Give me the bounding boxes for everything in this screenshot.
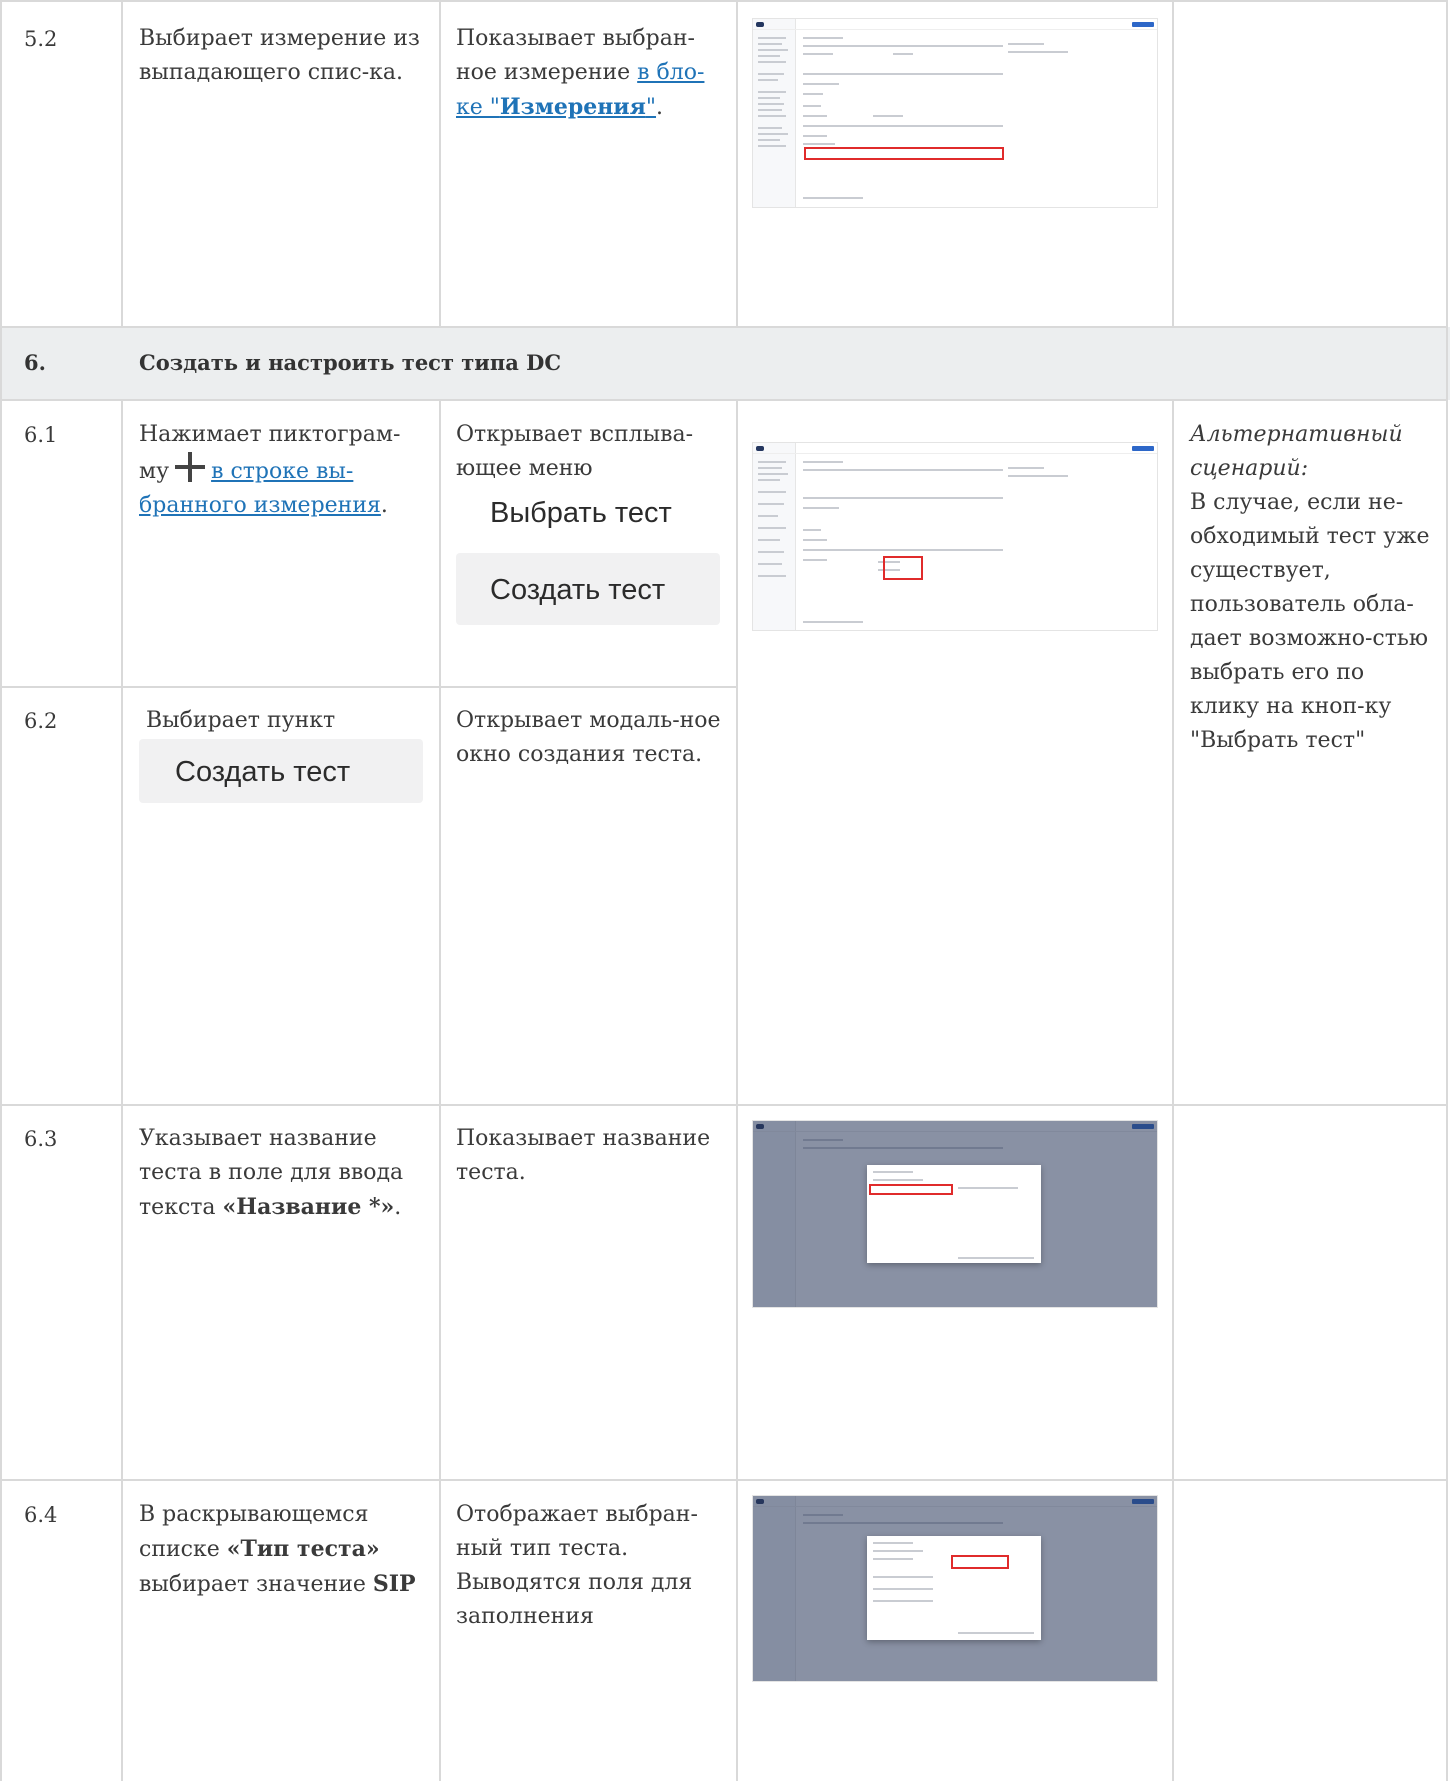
step-result: Отображает выбран-ный тип теста. Выводят…	[456, 1502, 698, 1629]
row-divider	[0, 1479, 1448, 1481]
step-number: 6.4	[24, 1503, 58, 1527]
step-result: Открывает модаль-ное окно создания теста…	[456, 708, 721, 767]
table-divider	[736, 400, 738, 1781]
screenshot-thumbnail	[752, 1495, 1158, 1682]
section-number: 6.	[24, 350, 46, 375]
step-action: Выбирает измерение из выпадающего спис-к…	[139, 26, 420, 85]
step-result: Открывает всплыва-ющее меню	[456, 422, 694, 481]
table-border-right	[1446, 0, 1448, 1781]
step-number: 6.3	[24, 1127, 58, 1151]
row-divider	[0, 0, 1448, 2]
row-divider	[0, 326, 1448, 328]
selected-value: SIP	[372, 1571, 416, 1597]
step-result: Показывает выбран-ное измерение в бло-ке…	[456, 26, 705, 120]
table-divider	[1172, 0, 1174, 327]
menu-item-create-test[interactable]: Создать тест	[490, 574, 665, 607]
step-action: Указывает название теста в поле для ввод…	[139, 1126, 404, 1220]
step-action: В раскрывающемся списке «Тип теста» выби…	[139, 1502, 416, 1597]
note-heading: Альтернативный сценарий:	[1190, 422, 1403, 481]
step-action: Нажимает пиктограм-му в строке вы-бранног…	[139, 422, 401, 518]
field-name-label: «Название *»	[222, 1194, 395, 1220]
screenshot-thumbnail	[752, 442, 1158, 631]
step-number: 5.2	[24, 27, 58, 51]
screenshot-thumbnail	[752, 1120, 1158, 1308]
step-number: 6.2	[24, 709, 58, 733]
alternative-scenario-note: Альтернативный сценарий: В случае, если …	[1190, 418, 1430, 758]
menu-item-select-test[interactable]: Выбрать тест	[490, 497, 672, 530]
table-divider	[439, 0, 441, 327]
create-test-button-label: Создать тест	[175, 756, 351, 788]
table-divider	[1172, 400, 1174, 1781]
field-type-label: «Тип теста»	[226, 1536, 380, 1562]
procedure-table: 5.2 Выбирает измерение из выпадающего сп…	[0, 0, 1450, 1781]
step-number: 6.1	[24, 423, 58, 447]
table-divider	[121, 400, 123, 1781]
step-result: Показывает название теста.	[456, 1126, 711, 1185]
row-divider	[0, 1104, 1448, 1106]
row-divider	[0, 399, 1448, 401]
note-text: В случае, если не-обходимый тест уже сущ…	[1190, 490, 1430, 753]
section-title: Создать и настроить тест типа DC	[139, 350, 562, 375]
step-action: Выбирает пункт	[146, 708, 336, 733]
table-border-left	[0, 0, 2, 1781]
screenshot-thumbnail	[752, 18, 1158, 208]
table-divider	[121, 0, 123, 327]
table-divider	[439, 400, 441, 1781]
plus-icon	[173, 452, 207, 482]
row-divider	[0, 686, 738, 688]
table-divider	[736, 0, 738, 327]
